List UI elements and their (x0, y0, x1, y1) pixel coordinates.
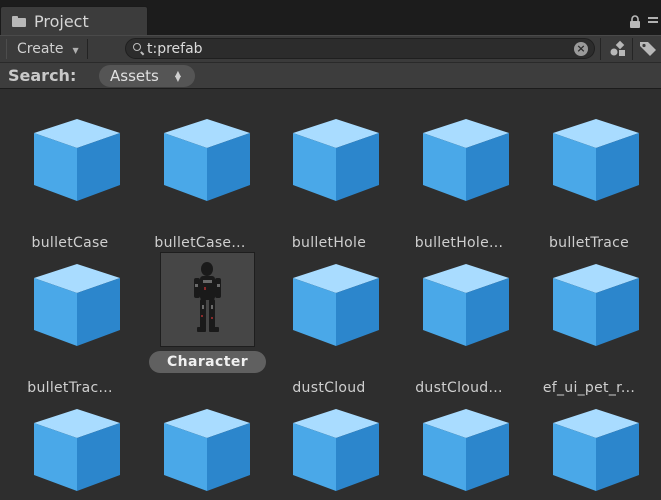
character-figure-icon (194, 262, 221, 332)
prefab-cube-icon (421, 407, 511, 493)
divider (600, 38, 601, 60)
asset-label: bulletCase (31, 235, 109, 251)
search-scope-bar: Search: Assets ▲ ▼ (0, 62, 661, 89)
search-icon (133, 42, 145, 55)
asset-label: bulletTrace (548, 235, 630, 251)
prefab-cube-icon (291, 407, 381, 493)
lock-icon[interactable] (629, 15, 641, 28)
create-button-label: Create (17, 41, 64, 57)
prefab-cube-icon (32, 407, 122, 493)
folder-icon (12, 15, 26, 27)
prefab-cube-icon (551, 407, 641, 493)
tab-project[interactable]: Project (0, 6, 148, 35)
character-model-thumbnail[interactable] (160, 252, 255, 347)
prefab-cube-icon (162, 407, 252, 493)
search-scope-label: Search: (8, 66, 77, 85)
prefab-cube-icon (551, 262, 641, 348)
prefab-cube-icon (162, 117, 252, 203)
prefab-cube-icon (421, 262, 511, 348)
search-input[interactable] (145, 40, 567, 57)
asset-label: dustCloud... (415, 380, 503, 396)
asset-label: bulletHole... (414, 235, 504, 251)
asset-label: bulletCase... (154, 235, 246, 251)
search-field[interactable]: × (125, 38, 595, 59)
divider (632, 38, 633, 60)
tab-label: Project (34, 11, 89, 31)
prefab-cube-icon (291, 117, 381, 203)
tab-bar: Project (0, 0, 661, 35)
asset-label-selected: Character (149, 351, 266, 373)
prefab-cube-icon (32, 262, 122, 348)
label-filter-icon[interactable] (639, 41, 659, 57)
chevron-down-icon: ▼ (72, 46, 79, 55)
prefab-cube-icon (551, 117, 641, 203)
dropdown-arrows-icon: ▲ ▼ (174, 69, 181, 83)
prefab-cube-icon (32, 117, 122, 203)
type-filter-icon[interactable] (609, 40, 627, 58)
asset-label: ef_ui_pet_r... (542, 380, 636, 396)
menu-icon[interactable] (648, 17, 658, 27)
asset-grid: bulletCase bulletCase... bulletHole bulletH… (0, 89, 661, 500)
create-button[interactable]: Create ▼ (6, 39, 88, 59)
asset-label: dustCloud (292, 380, 366, 396)
prefab-cube-icon (421, 117, 511, 203)
asset-label: bulletHole (291, 235, 367, 251)
prefab-cube-icon (291, 262, 381, 348)
search-scope-value: Assets (110, 67, 159, 85)
toolbar: Create ▼ × (0, 35, 661, 62)
clear-search-icon[interactable]: × (574, 42, 588, 56)
asset-label: bulletTrac... (27, 380, 113, 396)
search-scope-dropdown[interactable]: Assets ▲ ▼ (99, 65, 195, 87)
